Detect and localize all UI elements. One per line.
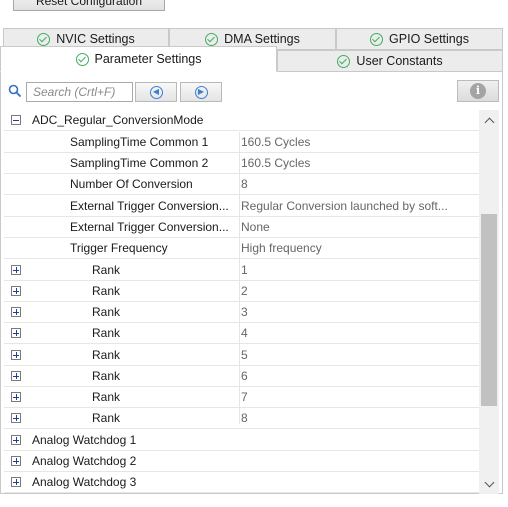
- expand-icon[interactable]: [11, 265, 21, 275]
- param-row[interactable]: External Trigger Conversion... Regular C…: [4, 196, 479, 217]
- param-value: 160.5 Cycles: [241, 135, 311, 149]
- rank-label: Rank: [92, 348, 121, 362]
- rank-label: Rank: [92, 284, 121, 298]
- rank-row[interactable]: Rank 7: [4, 387, 479, 408]
- group-label: Analog Watchdog 2: [32, 454, 137, 468]
- rank-value: 2: [241, 284, 248, 298]
- chevron-up-icon: [484, 117, 494, 127]
- param-name: SamplingTime Common 1: [70, 135, 209, 149]
- tree-group-row[interactable]: Analog Watchdog 3: [4, 472, 479, 493]
- tab-label: DMA Settings: [224, 32, 300, 46]
- tab-label: GPIO Settings: [389, 32, 469, 46]
- expand-icon[interactable]: [11, 435, 21, 445]
- expand-icon[interactable]: [11, 350, 21, 360]
- check-circle-icon: [75, 52, 89, 66]
- rank-label: Rank: [92, 369, 121, 383]
- param-row[interactable]: Trigger Frequency High frequency: [4, 238, 479, 259]
- param-name: External Trigger Conversion...: [70, 220, 229, 234]
- check-circle-icon: [337, 54, 351, 68]
- rank-value: 8: [241, 411, 248, 425]
- expand-icon[interactable]: [11, 456, 21, 466]
- tab-user-constants[interactable]: User Constants: [277, 50, 503, 72]
- check-circle-icon: [370, 32, 384, 46]
- rank-label: Rank: [92, 390, 121, 404]
- param-value: Regular Conversion launched by soft...: [241, 199, 448, 213]
- param-value: 8: [241, 177, 248, 191]
- group-label: ADC_Regular_ConversionMode: [32, 113, 204, 127]
- rank-value: 1: [241, 263, 248, 277]
- expand-icon[interactable]: [11, 477, 21, 487]
- search-icon: [8, 84, 22, 98]
- param-name: External Trigger Conversion...: [70, 199, 229, 213]
- search-toolbar: ◀ ▶ i: [0, 78, 503, 106]
- scroll-up-button[interactable]: [479, 110, 499, 130]
- rank-label: Rank: [92, 263, 121, 277]
- rank-row[interactable]: Rank 1: [4, 260, 479, 281]
- parameter-tree: ADC_Regular_ConversionMode SamplingTime …: [4, 110, 479, 494]
- param-row[interactable]: SamplingTime Common 1 160.5 Cycles: [4, 132, 479, 153]
- param-value: 160.5 Cycles: [241, 156, 311, 170]
- param-row[interactable]: Number Of Conversion 8: [4, 174, 479, 195]
- rank-row[interactable]: Rank 5: [4, 345, 479, 366]
- rank-value: 4: [241, 326, 248, 340]
- tab-parameter-settings[interactable]: Parameter Settings: [0, 46, 277, 72]
- param-value: High frequency: [241, 241, 322, 255]
- param-row[interactable]: External Trigger Conversion... None: [4, 217, 479, 238]
- param-value: None: [241, 220, 270, 234]
- expand-icon[interactable]: [11, 392, 21, 402]
- param-name: SamplingTime Common 2: [70, 156, 209, 170]
- tree-group-row[interactable]: Analog Watchdog 2: [4, 451, 479, 472]
- expand-icon[interactable]: [11, 286, 21, 296]
- rank-value: 5: [241, 348, 248, 362]
- rank-row[interactable]: Rank 4: [4, 323, 479, 344]
- check-circle-icon: [205, 32, 219, 46]
- reset-configuration-button[interactable]: Reset Configuration: [13, 0, 165, 11]
- rank-label: Rank: [92, 411, 121, 425]
- expand-icon[interactable]: [11, 413, 21, 423]
- group-label: Analog Watchdog 3: [32, 475, 137, 489]
- rank-row[interactable]: Rank 8: [4, 408, 479, 429]
- expand-icon[interactable]: [11, 307, 21, 317]
- search-input[interactable]: [26, 82, 133, 102]
- scroll-down-button[interactable]: [479, 474, 499, 494]
- chevron-down-icon: [484, 477, 494, 487]
- rank-value: 6: [241, 369, 248, 383]
- group-label: Analog Watchdog 1: [32, 433, 137, 447]
- rank-label: Rank: [92, 305, 121, 319]
- tree-group-row[interactable]: Analog Watchdog 1: [4, 430, 479, 451]
- rank-row[interactable]: Rank 3: [4, 302, 479, 323]
- expand-icon[interactable]: [11, 371, 21, 381]
- scrollbar-thumb[interactable]: [481, 213, 497, 406]
- next-match-button[interactable]: ▶: [180, 82, 222, 102]
- collapse-icon[interactable]: [11, 115, 21, 125]
- info-button[interactable]: i: [457, 80, 499, 102]
- rank-row[interactable]: Rank 6: [4, 366, 479, 387]
- rank-value: 3: [241, 305, 248, 319]
- rank-label: Rank: [92, 326, 121, 340]
- param-name: Trigger Frequency: [70, 241, 168, 255]
- tree-group-row[interactable]: ADC_Regular_ConversionMode: [4, 110, 479, 131]
- tab-label: User Constants: [356, 54, 443, 68]
- previous-match-button[interactable]: ◀: [135, 82, 177, 102]
- rank-row[interactable]: Rank 2: [4, 281, 479, 302]
- tab-label: Parameter Settings: [94, 52, 202, 66]
- expand-icon[interactable]: [11, 328, 21, 338]
- tab-label: NVIC Settings: [56, 32, 135, 46]
- vertical-scrollbar[interactable]: [479, 110, 499, 494]
- param-row[interactable]: SamplingTime Common 2 160.5 Cycles: [4, 153, 479, 174]
- tab-gpio-settings[interactable]: GPIO Settings: [336, 28, 503, 50]
- arrow-left-circle-icon: ◀: [149, 85, 163, 99]
- check-circle-icon: [37, 32, 51, 46]
- info-icon: i: [470, 83, 486, 99]
- arrow-right-circle-icon: ▶: [194, 85, 208, 99]
- rank-value: 7: [241, 390, 248, 404]
- param-name: Number Of Conversion: [70, 177, 193, 191]
